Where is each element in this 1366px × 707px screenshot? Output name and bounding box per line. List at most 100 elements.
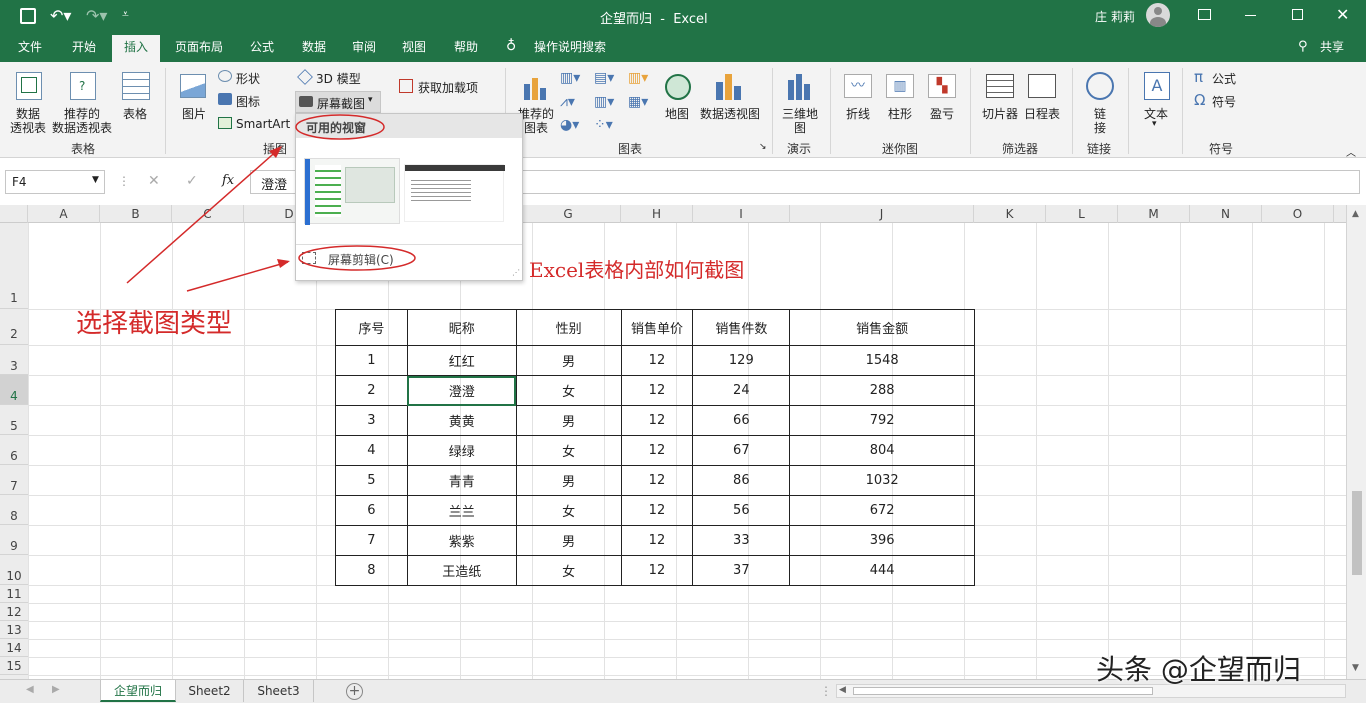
select-all-corner[interactable] <box>0 205 28 223</box>
symbol-label[interactable]: 符号 <box>1212 93 1236 110</box>
sheet-tab-3[interactable]: Sheet3 <box>244 680 314 702</box>
3d-model-label[interactable]: 3D 模型 <box>316 70 361 87</box>
rec-pivot-label-2[interactable]: 数据透视表 <box>52 119 112 136</box>
add-sheet-icon[interactable]: + <box>346 683 363 700</box>
cell[interactable]: 男 <box>515 345 622 376</box>
col-header-h[interactable]: H <box>621 205 693 223</box>
col-header-b[interactable]: B <box>100 205 172 223</box>
sparkline-winloss-label[interactable]: 盈亏 <box>930 105 954 122</box>
sparkline-winloss-icon[interactable]: ▚ <box>928 74 956 98</box>
row-header-14[interactable]: 14 <box>0 639 28 657</box>
tell-me-search[interactable]: 操作说明搜索 <box>528 32 612 62</box>
cell[interactable]: 12 <box>620 435 694 466</box>
header-cell[interactable]: 序号 <box>335 309 408 346</box>
cell[interactable]: 66 <box>692 405 791 436</box>
pie-chart-icon[interactable]: ◕▾ <box>560 117 579 133</box>
cell[interactable]: 792 <box>789 405 975 436</box>
row-header-6[interactable]: 6 <box>0 435 28 465</box>
cell[interactable]: 女 <box>515 555 622 586</box>
hscroll-thumb[interactable] <box>853 687 1153 695</box>
cell[interactable]: 12 <box>620 555 694 586</box>
cell[interactable]: 56 <box>692 495 791 526</box>
header-cell[interactable]: 性别 <box>515 309 622 346</box>
cell[interactable]: 绿绿 <box>406 435 517 466</box>
cell[interactable]: 12 <box>620 375 694 406</box>
map-label[interactable]: 地图 <box>665 105 689 122</box>
smartart-label[interactable]: SmartArt <box>236 117 290 131</box>
table-icon[interactable] <box>122 72 150 100</box>
undo-icon[interactable]: ↶▾ <box>50 6 71 25</box>
line-chart-icon[interactable]: ⩘▾ <box>560 94 575 110</box>
active-cell[interactable]: 澄澄 <box>406 375 517 406</box>
vertical-scrollbar[interactable]: ▲ ▼ <box>1346 205 1366 679</box>
row-header-5[interactable]: 5 <box>0 405 28 435</box>
worksheet-grid[interactable]: 序号 昵称 性别 销售单价 销售件数 销售金额 1 红红男 12 129 1548 2澄… <box>28 223 1346 679</box>
row-header-4[interactable]: 4 <box>0 375 28 405</box>
cell[interactable]: 女 <box>515 375 622 406</box>
cell[interactable]: 男 <box>515 525 622 556</box>
header-cell[interactable]: 昵称 <box>406 309 517 346</box>
cell[interactable]: 672 <box>789 495 975 526</box>
tab-review[interactable]: 审阅 <box>342 32 386 62</box>
3d-map-icon[interactable] <box>786 74 814 100</box>
pivot-table-icon[interactable] <box>16 72 42 100</box>
cell[interactable]: 1548 <box>789 345 975 376</box>
cell[interactable]: 7 <box>335 525 408 556</box>
row-header-1[interactable]: 1 <box>0 223 28 309</box>
cell[interactable]: 3 <box>335 405 408 436</box>
get-addins-label[interactable]: 获取加载项 <box>418 79 478 96</box>
tab-help[interactable]: 帮助 <box>444 32 488 62</box>
screenshot-button[interactable]: 屏幕截图 ▾ <box>295 91 381 113</box>
name-box[interactable]: F4 ▼ <box>5 170 105 194</box>
shapes-label[interactable]: 形状 <box>236 70 260 87</box>
cell[interactable]: 黄黄 <box>406 405 517 436</box>
cell[interactable]: 12 <box>620 345 694 376</box>
avatar[interactable] <box>1146 3 1170 27</box>
row-header-8[interactable]: 8 <box>0 495 28 525</box>
cell[interactable]: 兰兰 <box>406 495 517 526</box>
cell[interactable]: 女 <box>515 495 622 526</box>
screen-clipping-item[interactable]: 屏幕剪辑(C) <box>328 251 394 268</box>
row-header-9[interactable]: 9 <box>0 525 28 555</box>
cell[interactable]: 86 <box>692 465 791 496</box>
column-chart-icon[interactable]: ▥▾ <box>560 70 580 86</box>
link-label-2[interactable]: 接 <box>1094 119 1106 136</box>
cell[interactable]: 12 <box>620 525 694 556</box>
cell[interactable]: 67 <box>692 435 791 466</box>
cell[interactable]: 1 <box>335 345 408 376</box>
row-header-15[interactable]: 15 <box>0 657 28 675</box>
scroll-down-icon[interactable]: ▼ <box>1352 663 1359 673</box>
header-cell[interactable]: 销售单价 <box>620 309 694 346</box>
scatter-chart-icon[interactable]: ⁘▾ <box>594 117 613 133</box>
bar-chart-icon[interactable]: ▤▾ <box>594 70 614 86</box>
close-icon[interactable]: ✕ <box>1336 5 1349 24</box>
scroll-up-icon[interactable]: ▲ <box>1352 209 1359 219</box>
tab-formulas[interactable]: 公式 <box>240 32 284 62</box>
ribbon-display-options-icon[interactable] <box>1198 9 1211 20</box>
link-icon[interactable] <box>1086 72 1114 100</box>
stat-chart-icon[interactable]: ▥▾ <box>594 94 614 110</box>
combo-chart-icon[interactable]: ▦▾ <box>628 94 648 110</box>
cell[interactable]: 男 <box>515 405 622 436</box>
minimize-icon[interactable] <box>1245 15 1256 16</box>
equation-label[interactable]: 公式 <box>1212 70 1236 87</box>
pivot-table-label-2[interactable]: 透视表 <box>10 119 46 136</box>
row-header-7[interactable]: 7 <box>0 465 28 495</box>
pivot-chart-icon[interactable] <box>716 74 744 100</box>
row-header-10[interactable]: 10 <box>0 555 28 585</box>
picture-icon[interactable] <box>180 74 206 98</box>
waterfall-chart-icon[interactable]: ▥▾ <box>628 70 648 86</box>
sparkline-column-icon[interactable]: ▥ <box>886 74 914 98</box>
header-cell[interactable]: 销售金额 <box>789 309 975 346</box>
cell[interactable]: 288 <box>789 375 975 406</box>
timeline-icon[interactable] <box>1028 74 1056 98</box>
slicer-icon[interactable] <box>986 74 1014 98</box>
cell[interactable]: 129 <box>692 345 791 376</box>
cell[interactable]: 王造纸 <box>406 555 517 586</box>
col-header-o[interactable]: O <box>1262 205 1334 223</box>
cell[interactable]: 12 <box>620 495 694 526</box>
window-thumbnail-1[interactable] <box>304 158 400 225</box>
icons-label[interactable]: 图标 <box>236 93 260 110</box>
sheet-tab-2[interactable]: Sheet2 <box>176 680 244 702</box>
cell[interactable]: 396 <box>789 525 975 556</box>
